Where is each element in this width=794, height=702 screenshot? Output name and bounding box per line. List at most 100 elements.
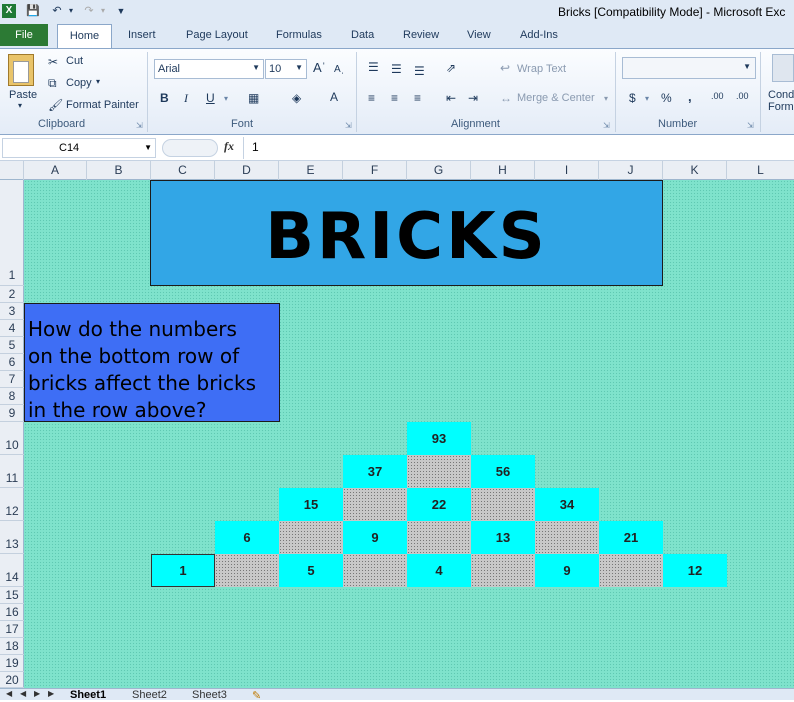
- brick-cell[interactable]: 15: [279, 488, 343, 521]
- chevron-down-icon[interactable]: ▼: [295, 63, 303, 72]
- align-bottom-icon[interactable]: ☰: [414, 64, 425, 78]
- paste-dropdown-icon[interactable]: ▾: [18, 101, 22, 110]
- increase-decimal-button[interactable]: .00: [711, 91, 724, 101]
- insert-function-button[interactable]: fx: [224, 139, 234, 154]
- tab-file[interactable]: File: [0, 24, 48, 46]
- grow-font-icon[interactable]: Aˈ: [313, 61, 326, 75]
- font-color-icon[interactable]: A: [330, 90, 338, 104]
- mortar-cell[interactable]: [215, 554, 279, 587]
- clipboard-launcher-icon[interactable]: ⇲: [136, 121, 143, 130]
- customize-icon[interactable]: ▼: [114, 4, 128, 18]
- row-header-17[interactable]: 17: [0, 621, 24, 638]
- shrink-font-icon[interactable]: Aˌ: [334, 63, 344, 77]
- row-header-12[interactable]: 12: [0, 488, 24, 521]
- row-header-16[interactable]: 16: [0, 604, 24, 621]
- brick-cell[interactable]: 37: [343, 455, 407, 488]
- comma-button[interactable]: ,: [688, 89, 692, 104]
- brick-cell[interactable]: 9: [535, 554, 599, 587]
- column-header-c[interactable]: C: [151, 161, 215, 180]
- column-header-i[interactable]: I: [535, 161, 599, 180]
- copy-dropdown-icon[interactable]: ▾: [96, 77, 100, 86]
- font-launcher-icon[interactable]: ⇲: [345, 121, 352, 130]
- italic-button[interactable]: I: [184, 91, 188, 106]
- chevron-down-icon[interactable]: ▼: [743, 62, 751, 71]
- column-header-b[interactable]: B: [87, 161, 151, 180]
- brick-cell[interactable]: 22: [407, 488, 471, 521]
- row-header-7[interactable]: 7: [0, 371, 24, 388]
- orientation-icon[interactable]: ⇗: [446, 61, 456, 75]
- brick-cell[interactable]: 5: [279, 554, 343, 587]
- cut-button[interactable]: Cut: [66, 55, 83, 67]
- brick-cell-selected[interactable]: 1: [151, 554, 215, 587]
- merge-dropdown-icon[interactable]: ▾: [604, 94, 608, 103]
- align-top-icon[interactable]: ☰: [368, 60, 379, 74]
- format-painter-icon[interactable]: 🖌: [48, 98, 63, 112]
- brick-cell[interactable]: 56: [471, 455, 535, 488]
- mortar-cell[interactable]: [343, 488, 407, 521]
- column-header-f[interactable]: F: [343, 161, 407, 180]
- paste-icon[interactable]: [8, 54, 34, 86]
- tab-formulas[interactable]: Formulas: [276, 29, 322, 41]
- next-sheet-icon[interactable]: ▶: [34, 689, 40, 698]
- row-header-9[interactable]: 9: [0, 405, 24, 422]
- select-all-button[interactable]: [0, 161, 24, 180]
- redo-icon[interactable]: ↷: [82, 4, 96, 18]
- percent-button[interactable]: %: [661, 91, 672, 105]
- row-header-11[interactable]: 11: [0, 455, 24, 488]
- column-header-k[interactable]: K: [663, 161, 727, 180]
- mortar-cell[interactable]: [599, 554, 663, 587]
- align-center-icon[interactable]: ≡: [391, 91, 398, 105]
- copy-icon[interactable]: ⧉: [48, 76, 57, 90]
- tab-add-ins[interactable]: Add-Ins: [520, 29, 558, 41]
- brick-cell[interactable]: 21: [599, 521, 663, 554]
- mortar-cell[interactable]: [471, 488, 535, 521]
- brick-cell[interactable]: 9: [343, 521, 407, 554]
- chevron-down-icon[interactable]: ▼: [252, 63, 260, 72]
- chevron-down-icon[interactable]: ▼: [144, 143, 152, 152]
- column-header-l[interactable]: L: [727, 161, 794, 180]
- format-painter-button[interactable]: Format Painter: [66, 99, 139, 111]
- undo-dropdown-icon[interactable]: ▾: [64, 4, 78, 18]
- sheet-tab-2[interactable]: Sheet2: [132, 689, 167, 701]
- paste-button[interactable]: Paste: [9, 89, 37, 101]
- column-header-e[interactable]: E: [279, 161, 343, 180]
- brick-cell[interactable]: 93: [407, 422, 471, 455]
- undo-icon[interactable]: ↶: [50, 4, 64, 18]
- increase-indent-icon[interactable]: ⇥: [468, 91, 478, 105]
- merge-center-icon[interactable]: ↔: [500, 91, 512, 105]
- currency-dropdown-icon[interactable]: ▾: [645, 94, 649, 103]
- row-header-1[interactable]: 1: [0, 180, 24, 286]
- mortar-cell[interactable]: [407, 521, 471, 554]
- number-format-field[interactable]: ▼: [622, 57, 756, 79]
- prev-sheet-icon[interactable]: ◀: [20, 689, 26, 698]
- borders-icon[interactable]: ▦: [248, 91, 259, 105]
- column-header-j[interactable]: J: [599, 161, 663, 180]
- tab-insert[interactable]: Insert: [128, 29, 156, 41]
- row-header-19[interactable]: 19: [0, 655, 24, 672]
- bold-button[interactable]: B: [160, 91, 169, 105]
- tab-data[interactable]: Data: [351, 29, 374, 41]
- formula-bar-splitter[interactable]: [162, 139, 218, 157]
- brick-cell[interactable]: 13: [471, 521, 535, 554]
- formula-input[interactable]: 1: [252, 140, 259, 154]
- last-sheet-icon[interactable]: ▶: [48, 689, 54, 698]
- column-header-h[interactable]: H: [471, 161, 535, 180]
- save-icon[interactable]: 💾: [26, 4, 40, 18]
- underline-button[interactable]: U: [206, 91, 215, 105]
- wrap-text-button[interactable]: Wrap Text: [517, 63, 566, 75]
- row-header-20[interactable]: 20: [0, 672, 24, 688]
- number-launcher-icon[interactable]: ⇲: [747, 121, 754, 130]
- row-header-8[interactable]: 8: [0, 388, 24, 405]
- brick-cell[interactable]: 6: [215, 521, 279, 554]
- first-sheet-icon[interactable]: ◀: [6, 689, 12, 698]
- tab-page-layout[interactable]: Page Layout: [186, 29, 248, 41]
- name-box[interactable]: C14 ▼: [2, 138, 156, 158]
- row-header-15[interactable]: 15: [0, 587, 24, 604]
- copy-button[interactable]: Copy: [66, 77, 92, 89]
- align-middle-icon[interactable]: ☰: [391, 62, 402, 76]
- insert-sheet-icon[interactable]: ✎: [252, 689, 261, 702]
- row-header-14[interactable]: 14: [0, 554, 24, 587]
- tab-view[interactable]: View: [467, 29, 491, 41]
- brick-cell[interactable]: 4: [407, 554, 471, 587]
- row-header-10[interactable]: 10: [0, 422, 24, 455]
